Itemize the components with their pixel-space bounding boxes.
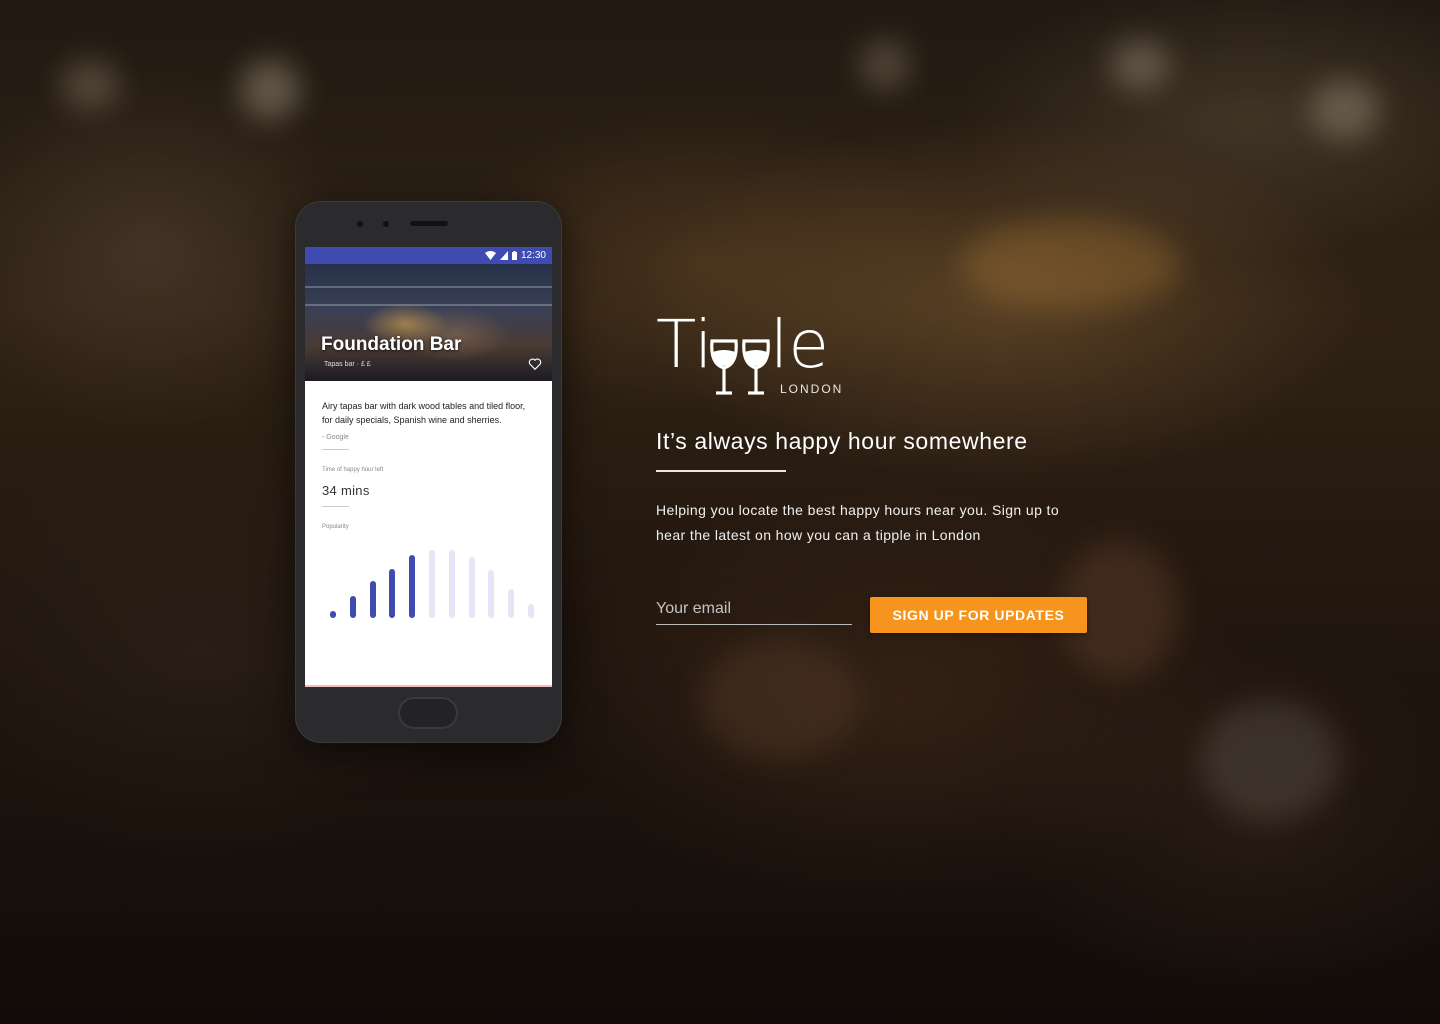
- popularity-bar: [448, 550, 455, 618]
- tagline-underline: [656, 470, 786, 472]
- venue-meta: Tapas bar · £ £: [324, 361, 371, 368]
- signal-icon: [499, 251, 508, 260]
- description-source: - Google: [322, 434, 349, 441]
- popularity-bar: [330, 611, 336, 618]
- camera-dot: [357, 221, 363, 227]
- venue-name: Foundation Bar: [321, 334, 462, 355]
- popularity-bar: [488, 570, 495, 618]
- tagline: It’s always happy hour somewhere: [656, 428, 1028, 454]
- battery-icon: [511, 251, 517, 260]
- divider: [322, 506, 349, 507]
- time-left-label: Time of happy hour left: [322, 467, 384, 473]
- logo-text-start: Ti: [656, 306, 713, 383]
- popularity-chart: [322, 538, 535, 618]
- popularity-bar: [349, 596, 356, 618]
- status-time: 12:30: [520, 250, 546, 261]
- popularity-bar: [409, 555, 416, 618]
- time-left-value: 34 mins: [322, 483, 370, 498]
- wine-glasses-icon: [710, 339, 770, 395]
- popularity-bar: [429, 550, 435, 618]
- venue-photo: Foundation Bar Tapas bar · £ £: [305, 264, 552, 381]
- logo-city: LONDON: [780, 382, 844, 396]
- signup-button[interactable]: SIGN UP FOR UPDATES: [870, 597, 1087, 633]
- phone-speaker: [410, 221, 448, 226]
- phone-screen: 12:30 Foundation Bar Tapas bar · £ £ Air…: [305, 247, 552, 687]
- screen-edge: [305, 685, 552, 687]
- sensor-dot: [383, 221, 389, 227]
- popularity-bar: [528, 604, 534, 618]
- popularity-bar: [369, 581, 376, 618]
- divider: [322, 449, 349, 450]
- status-bar: 12:30: [305, 247, 552, 264]
- tipple-logo: Ti le LONDON: [656, 312, 856, 402]
- favorite-heart-icon[interactable]: [528, 357, 542, 371]
- popularity-bar: [389, 569, 396, 618]
- phone-mockup: 12:30 Foundation Bar Tapas bar · £ £ Air…: [295, 201, 562, 743]
- popularity-bar: [468, 557, 475, 618]
- wifi-icon: [484, 251, 496, 260]
- popularity-label: Popularity: [322, 524, 349, 530]
- home-button: [398, 697, 458, 729]
- venue-details: Airy tapas bar with dark wood tables and…: [305, 399, 552, 618]
- popularity-bar: [508, 589, 515, 618]
- logo-text-end: le: [770, 306, 829, 383]
- intro-text: Helping you locate the best happy hours …: [656, 502, 1060, 543]
- venue-description: Airy tapas bar with dark wood tables and…: [322, 401, 526, 425]
- email-input[interactable]: [656, 594, 852, 625]
